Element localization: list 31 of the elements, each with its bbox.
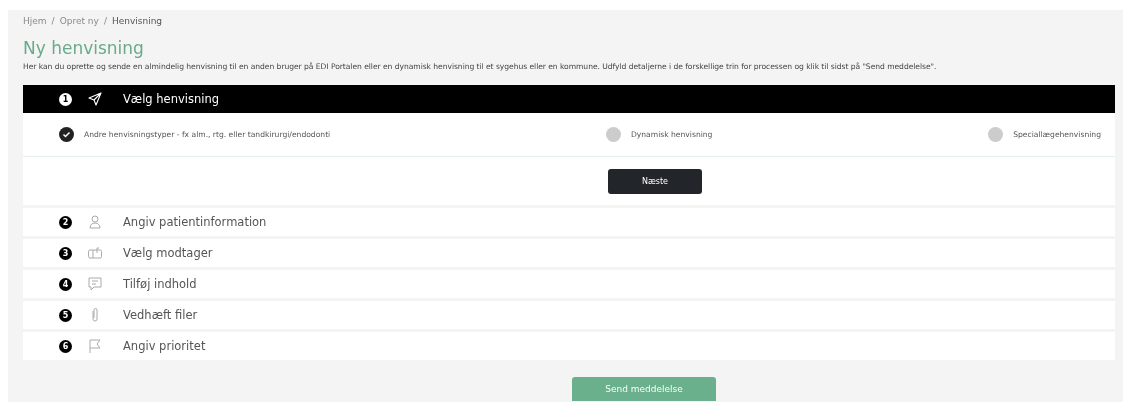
radio-button[interactable] bbox=[988, 127, 1004, 142]
step-number: 1 bbox=[59, 92, 72, 106]
step-header-bar[interactable]: 1 Vælg henvisning bbox=[23, 85, 1115, 113]
step-title: Vedhæft filer bbox=[123, 308, 198, 322]
send-icon bbox=[87, 91, 103, 107]
message-icon bbox=[87, 276, 103, 292]
step-title: Tilføj indhold bbox=[123, 277, 197, 291]
flag-icon bbox=[87, 338, 103, 354]
step-number: 6 bbox=[59, 339, 72, 353]
step-header[interactable]: 2 Angiv patientinformation bbox=[23, 208, 1115, 236]
step-header[interactable]: 6 Angiv prioritet bbox=[23, 332, 1115, 360]
step-number: 4 bbox=[59, 277, 72, 291]
step-number: 5 bbox=[59, 308, 72, 322]
step-title: Vælg modtager bbox=[123, 246, 213, 260]
step-title: Vælg henvisning bbox=[123, 92, 220, 106]
step-number: 2 bbox=[59, 215, 72, 229]
step-header[interactable]: 5 Vedhæft filer bbox=[23, 301, 1115, 329]
step-title: Angiv patientinformation bbox=[123, 215, 267, 229]
step-title: Angiv prioritet bbox=[123, 339, 206, 353]
breadcrumb-current: Henvisning bbox=[111, 16, 163, 26]
person-icon bbox=[87, 214, 103, 230]
page-title: Ny henvisning bbox=[23, 38, 145, 58]
step-header[interactable]: 3 Vælg modtager bbox=[23, 239, 1115, 267]
next-button[interactable]: Næste bbox=[608, 168, 702, 194]
breadcrumb-separator: / bbox=[103, 16, 107, 26]
radio-button[interactable] bbox=[605, 127, 621, 142]
step-number: 3 bbox=[59, 246, 72, 260]
mailbox-icon bbox=[87, 245, 103, 261]
step-header[interactable]: 4 Tilføj indhold bbox=[23, 270, 1115, 298]
breadcrumb-separator: / bbox=[51, 16, 55, 26]
radio-checked[interactable] bbox=[59, 127, 74, 142]
